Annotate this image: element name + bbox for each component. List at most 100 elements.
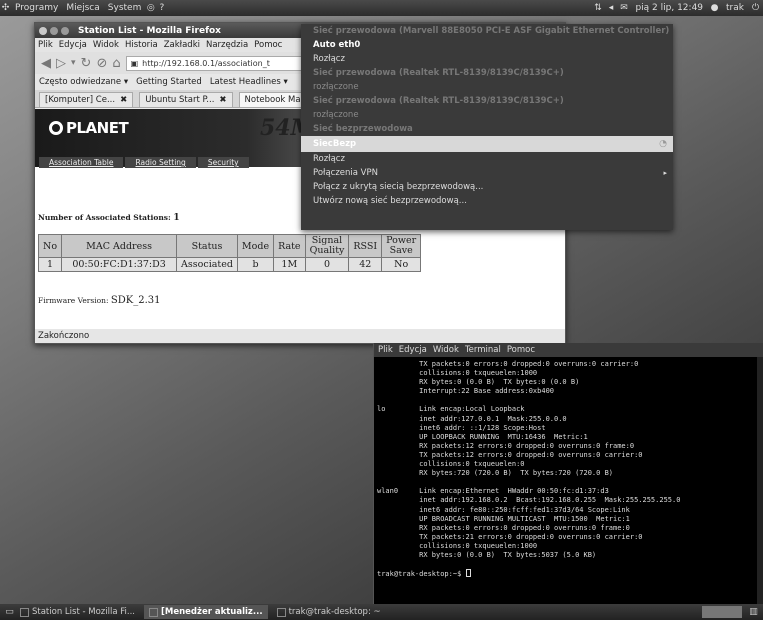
volume-icon[interactable]: ◂ bbox=[605, 3, 616, 13]
menu-edit[interactable]: Edycja bbox=[59, 40, 87, 50]
term-menu-help[interactable]: Pomoc bbox=[507, 345, 535, 355]
cell-status: Associated bbox=[176, 257, 238, 272]
history-dropdown-icon[interactable]: ▾ bbox=[71, 58, 76, 68]
bookmark-latest-headlines[interactable]: Latest Headlines ▾ bbox=[210, 77, 288, 87]
col-no: No bbox=[37, 234, 63, 258]
menu-item-vpn[interactable]: Połączenia VPN ▸ bbox=[301, 166, 673, 180]
terminal-task-icon bbox=[276, 607, 286, 617]
forward-icon[interactable]: ▷ bbox=[56, 56, 66, 71]
window-title: Station List - Mozilla Firefox bbox=[78, 25, 221, 36]
wifi-signal-icon: ◔ bbox=[659, 139, 667, 149]
tab-komputer[interactable]: [Komputer] Ce... ✖ bbox=[39, 92, 134, 107]
submenu-arrow-icon: ▸ bbox=[663, 169, 667, 177]
mail-icon[interactable]: ✉ bbox=[618, 3, 629, 13]
term-menu-file[interactable]: Plik bbox=[378, 345, 393, 355]
home-icon[interactable]: ⌂ bbox=[112, 56, 120, 71]
menu-item-create-network[interactable]: Utwórz nową sieć bezprzewodową... bbox=[301, 194, 673, 208]
menu-item-auto-eth0[interactable]: Auto eth0 bbox=[301, 38, 673, 52]
task-terminal[interactable]: trak@trak-desktop: ~ bbox=[272, 605, 386, 619]
router-tabs: Association Table Radio Setting Security bbox=[39, 157, 249, 168]
term-menu-edit[interactable]: Edycja bbox=[399, 345, 427, 355]
power-icon[interactable]: ⏻ bbox=[750, 3, 761, 13]
menu-help[interactable]: Pomoc bbox=[254, 40, 282, 50]
network-menu: Sieć przewodowa (Marvell 88E8050 PCI-E A… bbox=[301, 24, 673, 230]
cell-mac: 00:50:FC:D1:37:D3 bbox=[61, 257, 178, 272]
close-button[interactable] bbox=[39, 26, 47, 35]
terminal-output[interactable]: TX packets:0 errors:0 dropped:0 overruns… bbox=[374, 357, 763, 582]
router-tab-security[interactable]: Security bbox=[197, 157, 249, 168]
cell-signal: 0 bbox=[304, 257, 350, 272]
task-firefox[interactable]: Station List - Mozilla Fi... bbox=[15, 605, 140, 619]
menu-item-disconnect-wired[interactable]: Rozłącz bbox=[301, 52, 673, 66]
cell-no: 1 bbox=[37, 257, 63, 272]
menu-places[interactable]: Miejsca bbox=[62, 3, 103, 13]
url-text: http://192.168.0.1/association_t bbox=[142, 58, 270, 68]
tab-close-icon[interactable]: ✖ bbox=[120, 95, 127, 105]
user-icon: ● bbox=[710, 3, 719, 13]
text-cursor bbox=[465, 569, 471, 578]
tab-close-icon[interactable]: ✖ bbox=[219, 95, 226, 105]
firmware-value: SDK_2.31 bbox=[110, 295, 161, 306]
show-desktop-icon[interactable]: ▭ bbox=[4, 607, 15, 617]
table-row: 1 00:50:FC:D1:37:D3 Associated b 1M 0 42… bbox=[37, 257, 422, 272]
terminal-scrollbar[interactable] bbox=[757, 357, 763, 604]
menu-applications[interactable]: Programy bbox=[11, 3, 62, 13]
status-text: Zakończono bbox=[38, 331, 90, 341]
stop-icon[interactable]: ⊘ bbox=[96, 56, 107, 71]
router-tab-radio[interactable]: Radio Setting bbox=[125, 157, 196, 168]
task-label: [Menedżer aktualiz... bbox=[160, 607, 263, 617]
tab-notebook[interactable]: Notebook Ma bbox=[238, 92, 307, 107]
vpn-label: Połączenia VPN bbox=[313, 168, 378, 178]
associated-stations-count: Number of Associated Stations: 1 bbox=[38, 213, 180, 223]
bookmark-getting-started[interactable]: Getting Started bbox=[136, 77, 202, 87]
cell-power: No bbox=[381, 257, 422, 272]
network-status-icon[interactable]: ⇅ bbox=[592, 3, 603, 13]
term-menu-view[interactable]: Widok bbox=[433, 345, 459, 355]
router-tab-association[interactable]: Association Table bbox=[39, 157, 124, 168]
association-table: No MAC Address Status Mode Rate Signal Q… bbox=[37, 234, 422, 272]
update-manager-icon bbox=[148, 607, 158, 617]
clock[interactable]: pią 2 lip, 12:49 bbox=[631, 3, 707, 13]
terminal-text: TX packets:0 errors:0 dropped:0 overruns… bbox=[377, 360, 681, 559]
minimize-button[interactable] bbox=[50, 26, 58, 35]
site-icon: ▣ bbox=[130, 58, 139, 68]
tab-ubuntu-start[interactable]: Ubuntu Start P... ✖ bbox=[139, 92, 233, 107]
cell-rssi: 42 bbox=[348, 257, 383, 272]
trash-icon[interactable]: ▥ bbox=[748, 607, 759, 617]
help-icon-2[interactable]: ? bbox=[156, 3, 167, 13]
menu-bookmarks[interactable]: Zakładki bbox=[164, 40, 200, 50]
bottom-panel: ▭ Station List - Mozilla Fi... [Menedżer… bbox=[0, 604, 763, 620]
menu-item-disconnect-wireless[interactable]: Rozłącz bbox=[301, 152, 673, 166]
table-header-row: No MAC Address Status Mode Rate Signal Q… bbox=[37, 234, 422, 258]
menu-item-wireless-network[interactable]: SiecBezp ◔ bbox=[301, 136, 673, 152]
task-update-manager[interactable]: [Menedżer aktualiz... bbox=[143, 605, 268, 619]
menu-file[interactable]: Plik bbox=[38, 40, 53, 50]
help-icon[interactable]: ◎ bbox=[145, 3, 156, 13]
menu-view[interactable]: Widok bbox=[93, 40, 119, 50]
maximize-button[interactable] bbox=[61, 26, 69, 35]
col-signal: Signal Quality bbox=[304, 234, 350, 258]
menu-system[interactable]: System bbox=[104, 3, 146, 13]
menu-item-connect-hidden[interactable]: Połącz z ukrytą siecią bezprzewodową... bbox=[301, 180, 673, 194]
user-name[interactable]: trak bbox=[722, 3, 748, 13]
workspace-switcher[interactable] bbox=[702, 606, 742, 618]
firmware-label: Firmware Version: bbox=[38, 296, 109, 305]
cell-mode: b bbox=[236, 257, 275, 272]
firmware-version: Firmware Version: SDK_2.31 bbox=[38, 295, 160, 306]
wired-header-realtek-2: Sieć przewodowa (Realtek RTL-8139/8139C/… bbox=[313, 96, 564, 106]
wireless-network-name: SiecBezp bbox=[313, 139, 357, 149]
col-mac: MAC Address bbox=[61, 234, 178, 258]
brand-name: PLANET bbox=[66, 119, 129, 137]
term-menu-terminal[interactable]: Terminal bbox=[465, 345, 501, 355]
planet-logo: PLANET bbox=[49, 119, 129, 137]
menu-tools[interactable]: Narzędzia bbox=[206, 40, 248, 50]
col-rssi: RSSI bbox=[348, 234, 383, 258]
terminal-window: Plik Edycja Widok Terminal Pomoc TX pack… bbox=[373, 343, 763, 604]
reload-icon[interactable]: ↻ bbox=[81, 56, 92, 71]
bookmark-most-visited[interactable]: Często odwiedzane ▾ bbox=[39, 77, 128, 87]
wired-header-marvell: Sieć przewodowa (Marvell 88E8050 PCI-E A… bbox=[313, 26, 670, 36]
back-icon[interactable]: ◀ bbox=[41, 56, 51, 71]
menu-history[interactable]: Historia bbox=[125, 40, 158, 50]
planet-logo-ring bbox=[49, 121, 63, 135]
col-rate: Rate bbox=[273, 234, 306, 258]
